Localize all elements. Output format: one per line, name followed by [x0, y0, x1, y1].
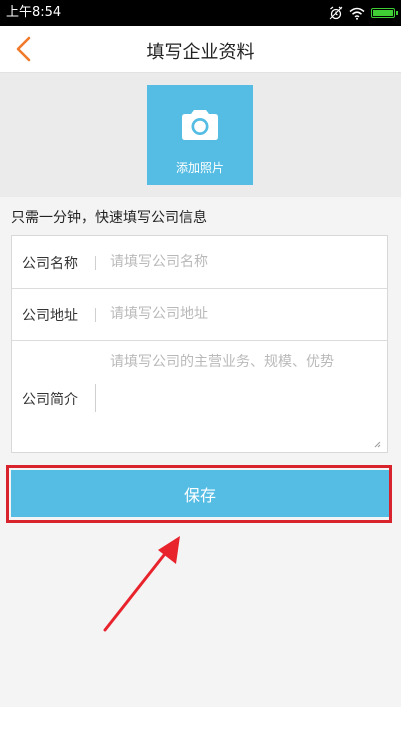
company-intro-textarea[interactable] — [110, 352, 380, 442]
resize-handle-icon[interactable] — [374, 441, 381, 448]
photo-area: 添加照片 — [0, 73, 401, 197]
camera-icon — [182, 110, 218, 140]
add-photo-button[interactable]: 添加照片 — [147, 85, 253, 185]
wifi-icon — [349, 7, 365, 20]
company-intro-row: 公司简介 — [12, 340, 387, 452]
company-intro-label: 公司简介 — [22, 392, 78, 408]
field-divider — [95, 384, 96, 412]
arrow-annotation-icon — [103, 536, 180, 632]
add-photo-label: 添加照片 — [175, 161, 224, 175]
field-divider — [95, 308, 96, 322]
company-name-input[interactable] — [110, 252, 380, 272]
company-address-row: 公司地址 — [12, 288, 387, 341]
page-title: 填写企业资料 — [146, 42, 255, 63]
battery-level — [373, 10, 393, 16]
status-icons — [329, 4, 398, 22]
status-time: 上午8:54 — [6, 5, 62, 20]
save-button[interactable]: 保存 — [11, 470, 389, 517]
field-divider — [95, 256, 96, 270]
form-card: 公司名称 公司地址 公司简介 — [11, 235, 388, 453]
battery-icon — [371, 8, 398, 18]
company-address-label: 公司地址 — [22, 308, 78, 324]
status-bar: 上午8:54 — [0, 0, 401, 26]
nav-bar: 填写企业资料 — [0, 26, 401, 73]
company-name-label: 公司名称 — [22, 256, 78, 272]
company-address-input[interactable] — [110, 304, 380, 324]
company-name-row: 公司名称 — [12, 236, 387, 289]
bottom-strip — [0, 707, 401, 735]
company-form: 只需一分钟，快速填写公司信息 公司名称 公司地址 公司简介 — [0, 197, 401, 707]
form-hint: 只需一分钟，快速填写公司信息 — [11, 210, 207, 226]
alarm-icon — [329, 6, 343, 20]
app-screen: 上午8:54 填写企业资料 添加照片 只需一分钟，快速填写公司信息 公司名称 请… — [0, 0, 401, 735]
